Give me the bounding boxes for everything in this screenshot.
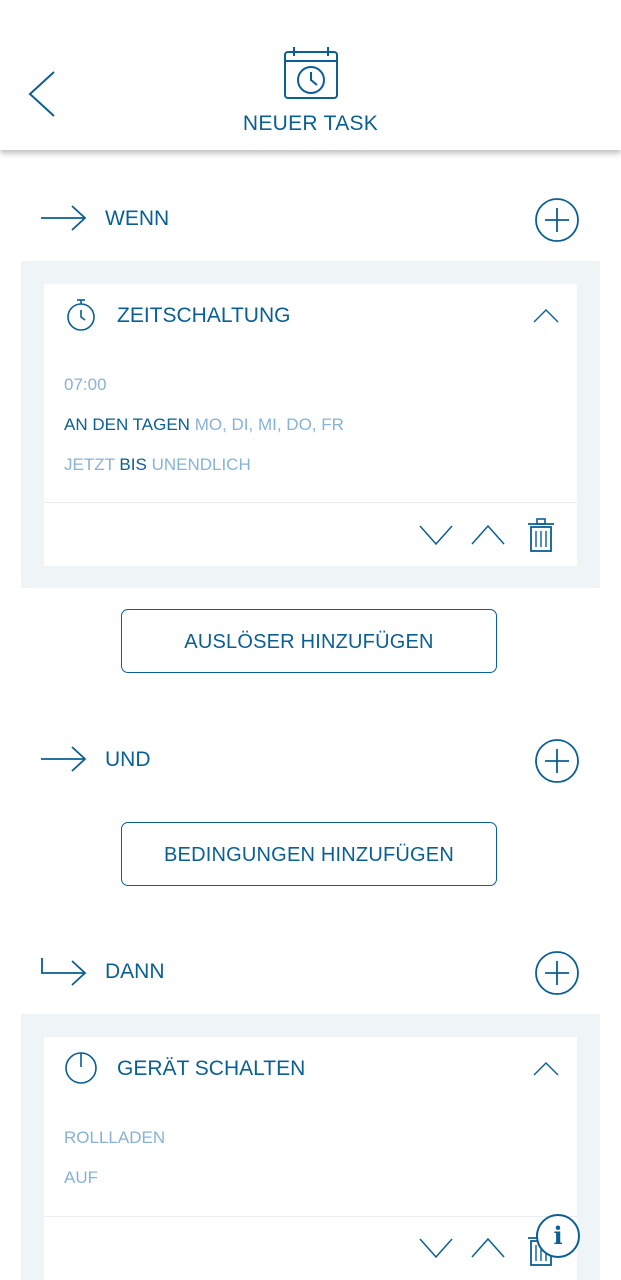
divider xyxy=(44,502,577,503)
chevron-up-icon[interactable] xyxy=(470,522,506,548)
trigger-time[interactable]: 07:00 xyxy=(64,375,107,395)
range-from: JETZT xyxy=(64,455,115,474)
range-to: UNENDLICH xyxy=(151,455,251,474)
stopwatch-icon xyxy=(67,299,95,331)
calendar-clock-icon xyxy=(284,47,338,99)
section-label: UND xyxy=(105,748,151,771)
header: NEUER TASK xyxy=(0,0,621,150)
section-und: UND xyxy=(0,730,621,790)
plus-circle-icon[interactable] xyxy=(534,197,580,243)
trigger-range[interactable]: JETZT BIS UNENDLICH xyxy=(64,455,251,475)
power-icon xyxy=(65,1052,97,1084)
range-sep: BIS xyxy=(119,455,147,474)
card-title: GERÄT SCHALTEN xyxy=(117,1057,306,1080)
trigger-card: ZEITSCHALTUNG 07:00 AN DEN TAGEN MO, DI,… xyxy=(44,284,577,566)
info-button[interactable]: i xyxy=(536,1214,580,1258)
chevron-up-icon[interactable] xyxy=(532,1059,560,1079)
section-label: WENN xyxy=(105,207,170,230)
section-dann: DANN xyxy=(0,942,621,1002)
action-device[interactable]: ROLLLADEN xyxy=(64,1128,165,1148)
chevron-up-icon[interactable] xyxy=(470,1235,506,1261)
chevron-down-icon[interactable] xyxy=(418,522,454,548)
arrow-right-icon xyxy=(41,746,87,772)
trigger-days[interactable]: AN DEN TAGEN MO, DI, MI, DO, FR xyxy=(64,415,344,435)
trash-icon[interactable] xyxy=(526,517,556,553)
divider xyxy=(44,1216,577,1217)
page-title: NEUER TASK xyxy=(242,112,379,135)
chevron-down-icon[interactable] xyxy=(418,1235,454,1261)
card-title: ZEITSCHALTUNG xyxy=(117,304,291,327)
section-label: DANN xyxy=(105,960,165,983)
arrow-turn-right-icon xyxy=(41,958,87,986)
action-card: GERÄT SCHALTEN ROLLLADEN AUF xyxy=(44,1037,577,1280)
arrow-right-icon xyxy=(41,205,87,231)
info-icon: i xyxy=(553,1221,563,1250)
chevron-up-icon[interactable] xyxy=(532,306,560,326)
plus-circle-icon[interactable] xyxy=(534,738,580,784)
section-wenn: WENN xyxy=(0,189,621,249)
plus-circle-icon[interactable] xyxy=(534,950,580,996)
add-condition-button[interactable]: BEDINGUNGEN HINZUFÜGEN xyxy=(121,822,497,886)
add-trigger-button[interactable]: AUSLÖSER HINZUFÜGEN xyxy=(121,609,497,673)
action-state[interactable]: AUF xyxy=(64,1168,98,1188)
days-value: MO, DI, MI, DO, FR xyxy=(194,415,344,434)
days-label: AN DEN TAGEN xyxy=(64,415,190,434)
